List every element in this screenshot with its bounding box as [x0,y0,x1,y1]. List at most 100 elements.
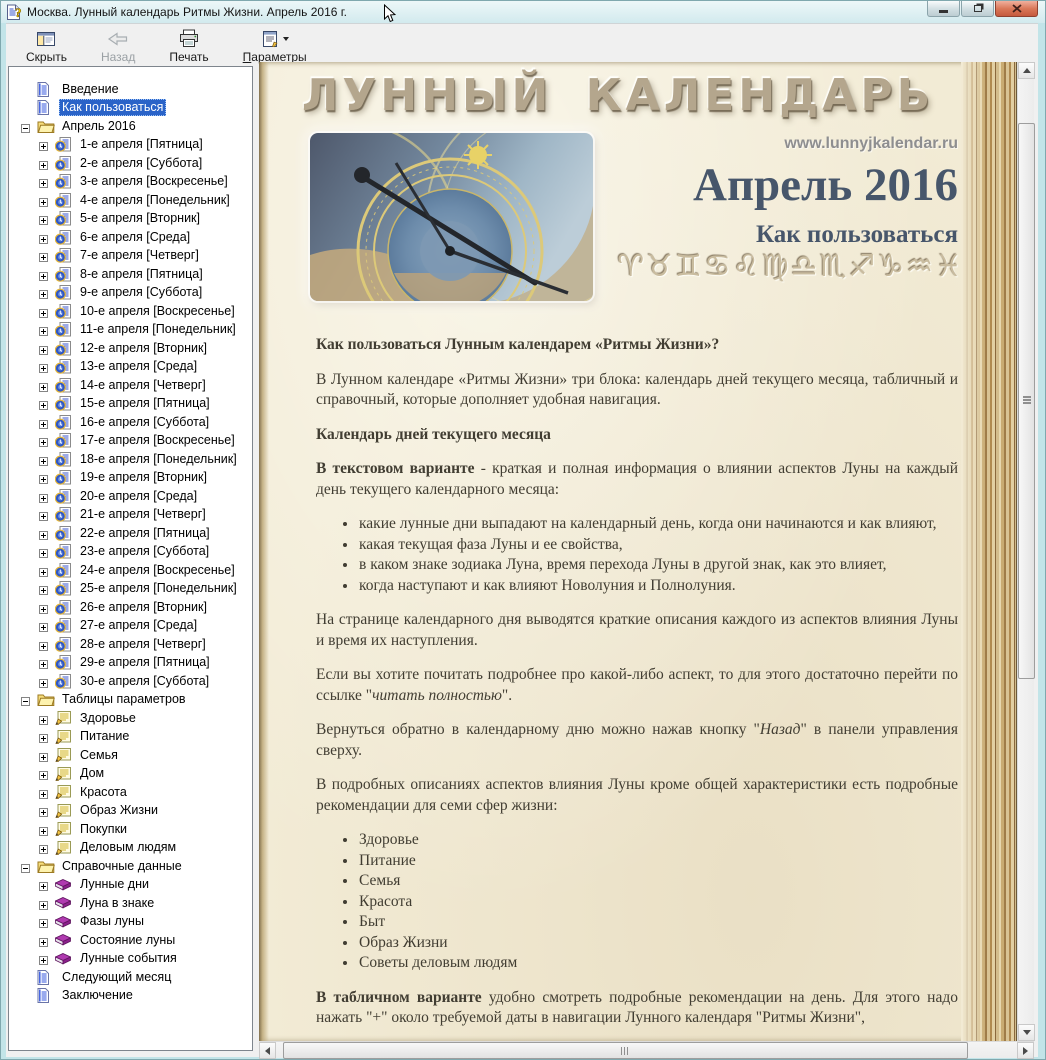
tree-item[interactable]: 18-е апреля [Понедельник] [9,450,252,469]
tree-item-label[interactable]: 22-е апреля [Пятница] [77,526,213,541]
tree-item[interactable]: 17-е апреля [Воскресенье] [9,432,252,451]
expand-plus-toggle[interactable] [39,621,48,630]
tree-item-label[interactable]: 12-е апреля [Вторник] [77,341,210,356]
tree-item-label[interactable]: Лунные дни [77,877,152,892]
vertical-scroll-thumb[interactable] [1018,123,1035,679]
expand-plus-toggle[interactable] [39,251,48,260]
expand-plus-toggle[interactable] [39,307,48,316]
tree-item[interactable]: 13-е апреля [Среда] [9,358,252,377]
expand-plus-toggle[interactable] [39,529,48,538]
tree-item-label[interactable]: 17-е апреля [Воскресенье] [77,433,238,448]
expand-plus-toggle[interactable] [39,233,48,242]
tree-item[interactable]: Лунные дни [9,876,252,895]
tree-item-label[interactable]: 30-е апреля [Суббота] [77,674,212,689]
expand-plus-toggle[interactable] [39,899,48,908]
expand-plus-toggle[interactable] [39,843,48,852]
expand-plus-toggle[interactable] [39,455,48,464]
expand-plus-toggle[interactable] [39,677,48,686]
tree-item[interactable]: Апрель 2016 [9,117,252,136]
tree-item[interactable]: Введение [9,80,252,99]
expand-plus-toggle[interactable] [39,473,48,482]
tree-item[interactable]: 11-е апреля [Понедельник] [9,321,252,340]
tree-item-label[interactable]: 21-е апреля [Четверг] [77,507,209,522]
tree-item-label[interactable]: Фазы луны [77,914,147,929]
tree-item-label[interactable]: 1-е апреля [Пятница] [77,137,206,152]
close-button[interactable] [995,0,1038,17]
expand-plus-toggle[interactable] [39,936,48,945]
expand-plus-toggle[interactable] [39,566,48,575]
tree-item-label[interactable]: Красота [77,785,130,800]
tree-item-label[interactable]: Деловым людям [77,840,179,855]
tree-item-label[interactable]: Введение [59,82,122,97]
horizontal-scrollbar[interactable] [259,1041,1034,1058]
tree-item[interactable]: 16-е апреля [Суббота] [9,413,252,432]
expand-plus-toggle[interactable] [39,788,48,797]
tree-item-label[interactable]: 4-е апреля [Понедельник] [77,193,233,208]
tree-item-label[interactable]: 7-е апреля [Четверг] [77,248,202,263]
tree-item[interactable]: Как пользоваться [9,99,252,118]
expand-plus-toggle[interactable] [39,806,48,815]
tree-item[interactable]: Луна в знаке [9,894,252,913]
expand-plus-toggle[interactable] [39,140,48,149]
tree-item-label[interactable]: 20-е апреля [Среда] [77,489,200,504]
expand-plus-toggle[interactable] [39,325,48,334]
tree-item-label[interactable]: 2-е апреля [Суббота] [77,156,205,171]
expand-plus-toggle[interactable] [39,492,48,501]
tree-item-label[interactable]: Семья [77,748,121,763]
tree-item-label[interactable]: Состояние луны [77,933,178,948]
tree-item[interactable]: Таблицы параметров [9,691,252,710]
scroll-right-button[interactable] [1017,1042,1034,1059]
expand-plus-toggle[interactable] [39,362,48,371]
tree-item[interactable]: 27-е апреля [Среда] [9,617,252,636]
vertical-scrollbar[interactable] [1017,62,1034,1041]
expand-plus-toggle[interactable] [39,603,48,612]
expand-plus-toggle[interactable] [39,159,48,168]
tree-item-label[interactable]: 13-е апреля [Среда] [77,359,200,374]
tree-item-label[interactable]: Апрель 2016 [59,119,139,134]
tree-item[interactable]: Красота [9,783,252,802]
tree-item-label[interactable]: 3-е апреля [Воскресенье] [77,174,231,189]
tree-item[interactable]: Покупки [9,820,252,839]
tree-item[interactable]: Здоровье [9,709,252,728]
tree-item[interactable]: Образ Жизни [9,802,252,821]
tree-item[interactable]: 2-е апреля [Суббота] [9,154,252,173]
expand-plus-toggle[interactable] [39,714,48,723]
tree-item-label[interactable]: Таблицы параметров [59,692,189,707]
tree-item-label[interactable]: 10-е апреля [Воскресенье] [77,304,238,319]
tree-item-label[interactable]: Питание [77,729,132,744]
tree-item[interactable]: 6-е апреля [Среда] [9,228,252,247]
tree-item[interactable]: 15-е апреля [Пятница] [9,395,252,414]
tree-item[interactable]: 20-е апреля [Среда] [9,487,252,506]
tree-item-label[interactable]: 15-е апреля [Пятница] [77,396,213,411]
restore-button[interactable] [961,0,994,17]
expand-plus-toggle[interactable] [39,658,48,667]
expand-plus-toggle[interactable] [39,436,48,445]
scroll-left-button[interactable] [259,1042,276,1059]
tree-item[interactable]: 10-е апреля [Воскресенье] [9,302,252,321]
expand-plus-toggle[interactable] [39,196,48,205]
tree-item-label[interactable]: Справочные данные [59,859,185,874]
tree-item-label[interactable]: Следующий месяц [59,970,174,985]
tree-item-label[interactable]: 9-е апреля [Суббота] [77,285,205,300]
tree-item-label[interactable]: 26-е апреля [Вторник] [77,600,210,615]
tree-item-label[interactable]: Покупки [77,822,130,837]
tree-item[interactable]: Заключение [9,987,252,1006]
tree-item[interactable]: 5-е апреля [Вторник] [9,210,252,229]
tree-item-label[interactable]: 28-е апреля [Четверг] [77,637,209,652]
expand-plus-toggle[interactable] [39,751,48,760]
tree-item-label[interactable]: Здоровье [77,711,139,726]
tree-item[interactable]: 4-е апреля [Понедельник] [9,191,252,210]
expand-plus-toggle[interactable] [39,640,48,649]
tree-item-label[interactable]: 11-е апреля [Понедельник] [77,322,239,337]
tree-item-label[interactable]: 14-е апреля [Четверг] [77,378,209,393]
tree-item-label[interactable]: 23-е апреля [Суббота] [77,544,212,559]
collapse-minus-toggle[interactable] [21,862,30,871]
expand-plus-toggle[interactable] [39,288,48,297]
tree-item-label[interactable]: Лунные события [77,951,180,966]
tree-item[interactable]: 1-е апреля [Пятница] [9,136,252,155]
tree-item[interactable]: 19-е апреля [Вторник] [9,469,252,488]
tree-item[interactable]: 7-е апреля [Четверг] [9,247,252,266]
expand-plus-toggle[interactable] [39,732,48,741]
tree-item[interactable]: Деловым людям [9,839,252,858]
expand-plus-toggle[interactable] [39,954,48,963]
